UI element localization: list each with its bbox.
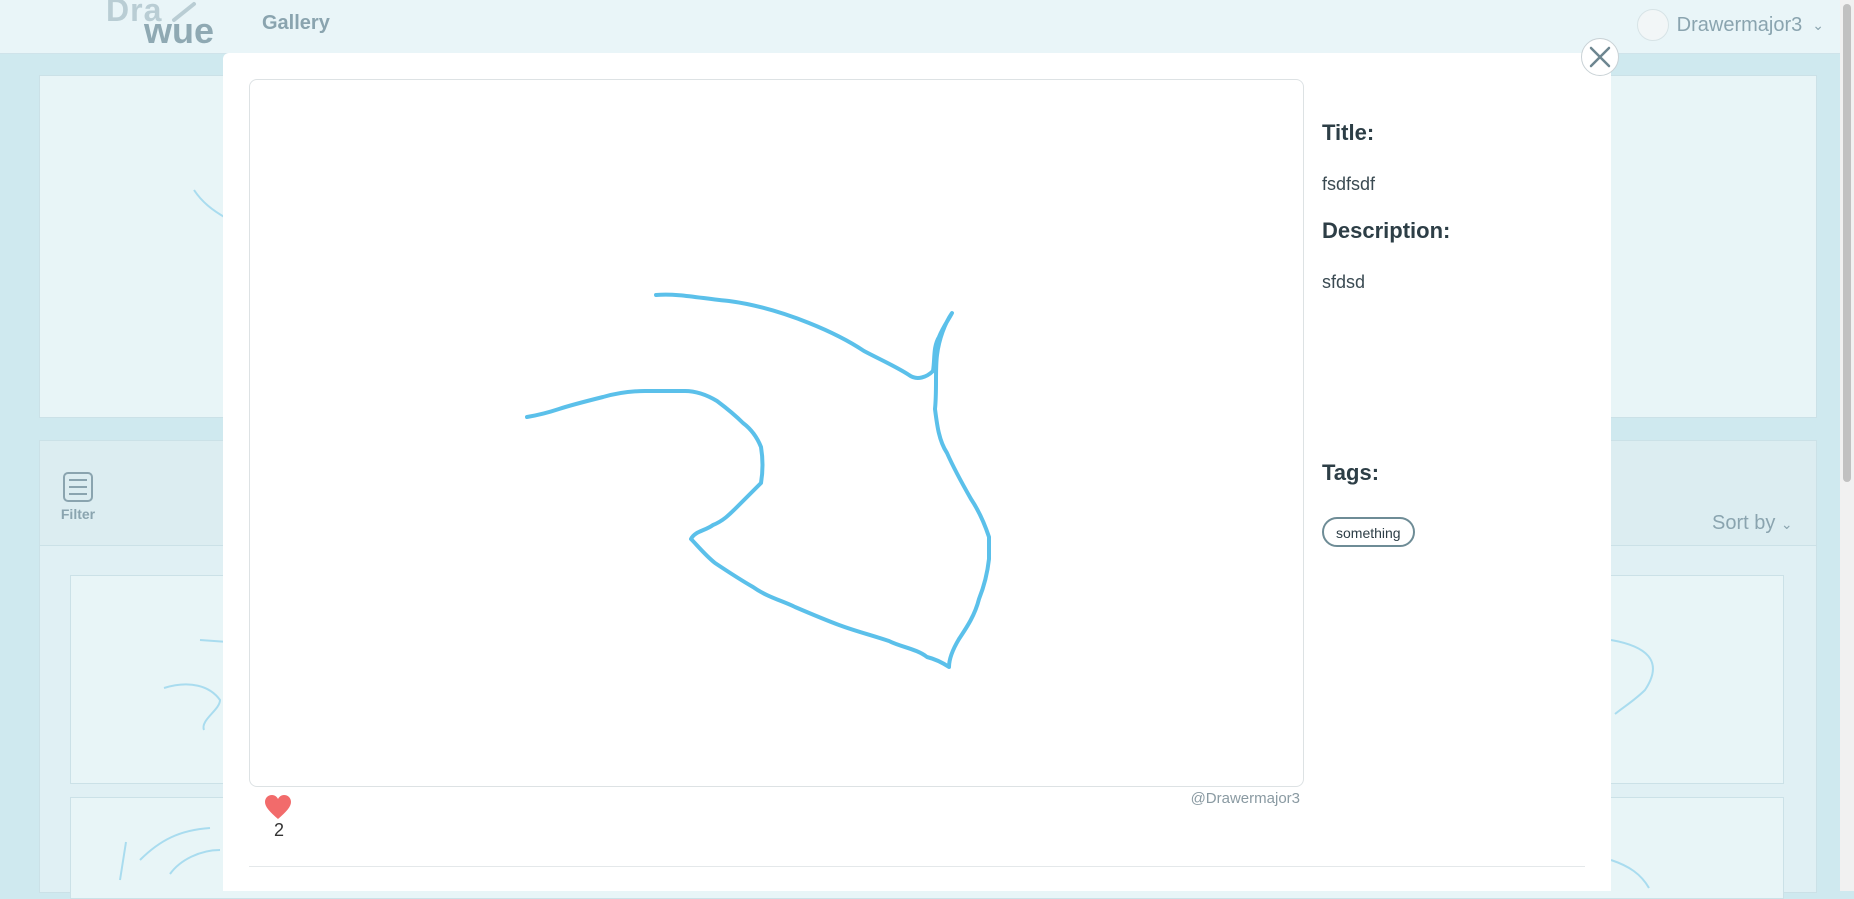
filter-sliders-icon <box>63 472 93 502</box>
close-icon <box>1589 46 1611 68</box>
nav-gallery-link[interactable]: Gallery <box>262 12 330 35</box>
title-value: fsdfsdf <box>1322 174 1376 194</box>
tags-heading: Tags: <box>1322 460 1380 485</box>
author-link[interactable]: @Drawermajor3 <box>1191 790 1300 807</box>
drawing-strokes <box>525 292 991 669</box>
divider <box>249 866 1585 867</box>
heart-icon[interactable] <box>264 794 292 820</box>
chevron-down-icon: ⌄ <box>1812 16 1824 33</box>
background-stroke <box>119 827 221 881</box>
filter-button[interactable]: Filter <box>58 472 98 522</box>
description-heading: Description: <box>1322 218 1451 243</box>
background-stroke <box>163 639 229 731</box>
sort-by-label: Sort by <box>1712 512 1776 534</box>
app-logo[interactable]: Dra wue <box>104 0 224 54</box>
sort-by-dropdown[interactable]: Sort by ⌄ <box>1712 512 1793 535</box>
user-menu[interactable]: Drawermajor3 ⌄ <box>1636 8 1824 42</box>
page-scrollbar[interactable] <box>1840 0 1854 891</box>
like-count: 2 <box>273 820 284 840</box>
avatar <box>1636 9 1669 41</box>
drawing-stroke <box>525 292 991 669</box>
description-value: sfdsd <box>1322 272 1366 292</box>
scrollbar-thumb[interactable] <box>1843 4 1851 482</box>
background-stroke <box>1610 639 1654 715</box>
logo-text-bottom: wue <box>144 10 215 51</box>
top-navbar: Dra wue Gallery Drawermajor3 ⌄ <box>0 0 1854 54</box>
username: Drawermajor3 <box>1676 13 1803 36</box>
filter-label: Filter <box>60 506 96 522</box>
background-stroke <box>1610 859 1650 889</box>
tag-chip[interactable]: something <box>1322 517 1415 547</box>
close-modal-button[interactable] <box>1581 38 1619 76</box>
chevron-down-icon: ⌄ <box>1780 516 1793 532</box>
title-heading: Title: <box>1322 120 1375 145</box>
